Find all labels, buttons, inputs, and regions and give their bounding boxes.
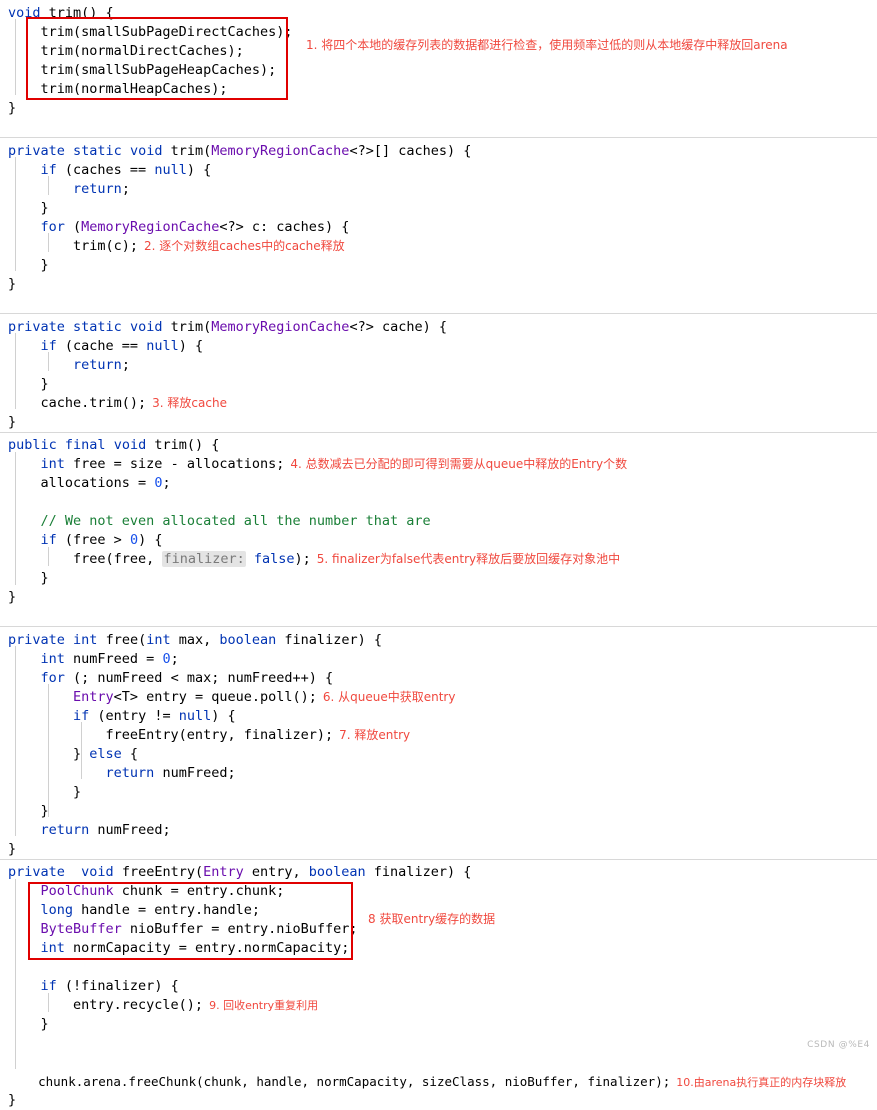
annotation-3: 3. 释放cache xyxy=(152,396,227,410)
code-line: return numFreed; xyxy=(105,765,236,781)
code-line: } xyxy=(8,570,49,586)
csdn-watermark: CSDN @%E4 xyxy=(807,1040,870,1050)
code-block-trim-single: private static void trim(MemoryRegionCac… xyxy=(0,313,877,432)
annotation-8: 8 获取entry缓存的数据 xyxy=(368,912,496,926)
code-line: free(free, finalizer: false); 5. finalize… xyxy=(8,551,621,567)
code-line: } xyxy=(8,100,17,116)
code-line: if (!finalizer) { xyxy=(40,978,179,994)
code-line: for (; numFreed < max; numFreed++) { xyxy=(40,670,334,686)
code-line: if (caches == null) { xyxy=(40,162,212,178)
code-line: int free = size - allocations; 4. 总数减去已分配… xyxy=(40,456,628,472)
code-line: if (free > 0) { xyxy=(40,532,163,548)
code-line: void trim() { xyxy=(8,5,114,21)
code-line: } xyxy=(8,376,49,392)
code-block-free-entry: private void freeEntry(Entry entry, bool… xyxy=(0,859,877,1110)
code-line: public final void trim() { xyxy=(8,437,220,453)
param-hint-finalizer: finalizer: xyxy=(162,551,246,567)
code-line: trim(c); 2. 逐个对数组caches中的cache释放 xyxy=(8,238,345,254)
annotation-1: 1. 将四个本地的缓存列表的数据都进行检查，使用频率过低的则从本地缓存中释放回a… xyxy=(306,38,788,52)
code-line: freeEntry(entry, finalizer); 7. 释放entry xyxy=(8,727,411,743)
code-line: // We not even allocated all the number … xyxy=(40,513,431,529)
code-line: chunk.arena.freeChunk(chunk, handle, nor… xyxy=(8,1074,847,1089)
code-line: cache.trim(); 3. 释放cache xyxy=(8,395,227,411)
code-line: } xyxy=(8,589,17,605)
code-line: } xyxy=(8,803,49,819)
code-line: private void freeEntry(Entry entry, bool… xyxy=(8,864,472,880)
annotation-9: 9. 回收entry重复利用 xyxy=(209,999,319,1012)
annotation-7: 7. 释放entry xyxy=(339,728,411,742)
annotation-5: 5. finalizer为false代表entry释放后要放回缓存对象池中 xyxy=(316,552,621,566)
code-line: } else { xyxy=(8,746,139,762)
code-line: Entry<T> entry = queue.poll(); 6. 从queue中… xyxy=(73,689,456,705)
code-line: } xyxy=(8,257,49,273)
annotation-10: 10.由arena执行真正的内存块释放 xyxy=(676,1076,847,1089)
annotation-2: 2. 逐个对数组caches中的cache释放 xyxy=(144,239,345,253)
annotation-4: 4. 总数减去已分配的即可得到需要从queue中释放的Entry个数 xyxy=(290,457,628,471)
code-line: entry.recycle(); 9. 回收entry重复利用 xyxy=(8,997,319,1013)
code-line: private static void trim(MemoryRegionCac… xyxy=(8,319,447,335)
code-block-trim-array: private static void trim(MemoryRegionCac… xyxy=(0,137,877,313)
code-line: } xyxy=(8,1092,17,1108)
code-line: trim(smallSubPageHeapCaches); xyxy=(8,62,277,78)
code-block-trim-void: void trim() { trim(smallSubPageDirectCac… xyxy=(0,0,877,137)
code-line: return numFreed; xyxy=(40,822,171,838)
code-line: allocations = 0; xyxy=(8,475,171,491)
code-line: if (cache == null) { xyxy=(40,338,204,354)
code-line: private static void trim(MemoryRegionCac… xyxy=(8,143,472,159)
code-screenshot: void trim() { trim(smallSubPageDirectCac… xyxy=(0,0,877,1110)
code-line: return; xyxy=(73,357,130,373)
code-line: } xyxy=(8,784,82,800)
code-line: } xyxy=(8,276,17,292)
code-line: } xyxy=(8,1016,49,1032)
code-line: if (entry != null) { xyxy=(73,708,236,724)
code-line: } xyxy=(8,414,17,430)
code-line: private int free(int max, boolean finali… xyxy=(8,632,382,648)
annotation-6: 6. 从queue中获取entry xyxy=(322,690,456,704)
code-line: int numFreed = 0; xyxy=(40,651,179,667)
code-line: } xyxy=(8,200,49,216)
code-line: for (MemoryRegionCache<?> c: caches) { xyxy=(40,219,350,235)
code-line: int normCapacity = entry.normCapacity; xyxy=(40,940,350,956)
code-line: PoolChunk chunk = entry.chunk; xyxy=(40,883,285,899)
code-line: return; xyxy=(73,181,130,197)
code-block-trim-final: public final void trim() { int free = si… xyxy=(0,432,877,626)
code-line: trim(normalHeapCaches); xyxy=(8,81,228,97)
code-line: } xyxy=(8,841,17,857)
code-block-free: private int free(int max, boolean finali… xyxy=(0,626,877,859)
